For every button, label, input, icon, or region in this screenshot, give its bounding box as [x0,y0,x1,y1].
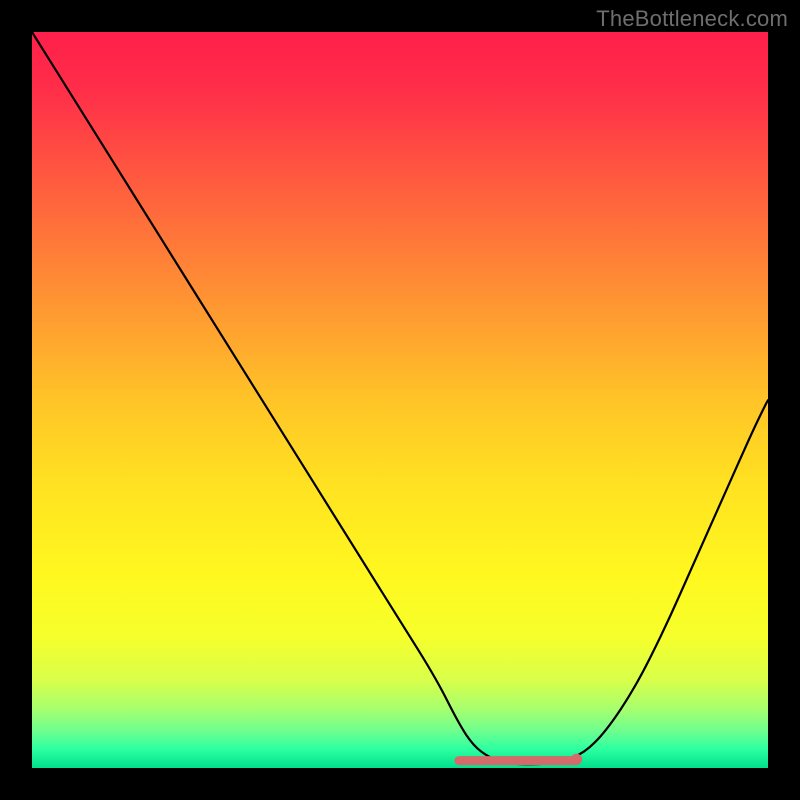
chart-frame: TheBottleneck.com [0,0,800,800]
bottleneck-curve [32,32,768,764]
plot-area [32,32,768,768]
chart-svg [32,32,768,768]
optimal-marker [571,754,582,765]
watermark-label: TheBottleneck.com [596,6,788,32]
